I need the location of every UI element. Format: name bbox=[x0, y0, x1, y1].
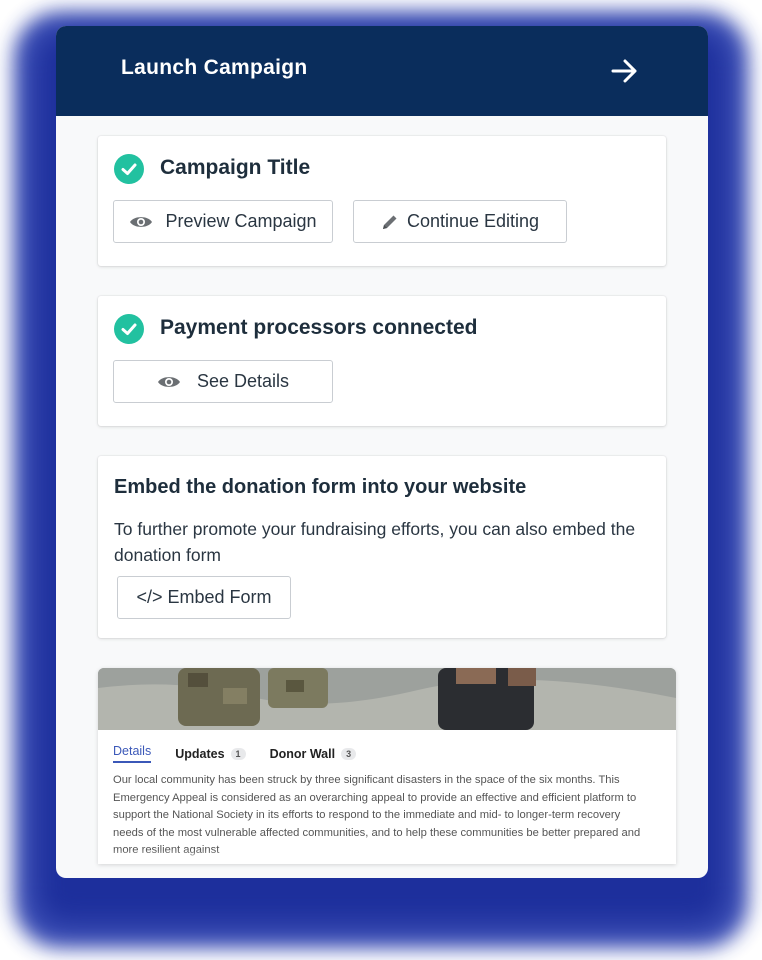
payment-processors-section: Payment processors connected See Details bbox=[98, 296, 666, 426]
eye-icon bbox=[130, 216, 153, 227]
tab-updates-label: Updates bbox=[175, 746, 225, 761]
card-header: Launch Campaign bbox=[56, 26, 708, 116]
tab-details[interactable]: Details bbox=[113, 744, 152, 763]
check-circle-icon bbox=[114, 154, 144, 184]
preview-campaign-button[interactable]: Preview Campaign bbox=[113, 200, 333, 243]
campaign-title-section: Campaign Title Preview Campaign Continue… bbox=[98, 136, 666, 266]
see-details-button[interactable]: See Details bbox=[113, 360, 333, 403]
preview-fade bbox=[98, 850, 676, 864]
check-circle-icon bbox=[114, 314, 144, 344]
tab-donor-wall-label: Donor Wall bbox=[269, 746, 336, 761]
continue-editing-button[interactable]: Continue Editing bbox=[353, 200, 567, 243]
tab-donor-wall[interactable]: Donor Wall 3 bbox=[270, 744, 357, 763]
embed-form-label: </> Embed Form bbox=[136, 587, 272, 607]
tab-details-label: Details bbox=[113, 744, 152, 758]
payment-processors-heading: Payment processors connected bbox=[160, 316, 478, 339]
embed-heading: Embed the donation form into your websit… bbox=[114, 476, 527, 498]
pencil-icon bbox=[382, 215, 397, 229]
embed-form-button[interactable]: </> Embed Form bbox=[117, 576, 291, 619]
header-title: Launch Campaign bbox=[121, 56, 308, 79]
tab-updates[interactable]: Updates 1 bbox=[175, 744, 246, 763]
continue-editing-label: Continue Editing bbox=[406, 211, 540, 231]
next-button[interactable] bbox=[608, 54, 642, 88]
donor-wall-count-badge: 3 bbox=[341, 747, 357, 760]
embed-section: Embed the donation form into your websit… bbox=[98, 456, 666, 638]
campaign-story-text: Our local community has been struck by t… bbox=[113, 774, 641, 856]
see-details-label: See Details bbox=[196, 371, 290, 391]
arrow-right-icon bbox=[611, 59, 637, 83]
preview-campaign-label: Preview Campaign bbox=[165, 211, 317, 231]
launch-campaign-card: Launch Campaign Campaign Title Preview C… bbox=[56, 26, 708, 878]
embed-description: To further promote your fundraising effo… bbox=[114, 519, 636, 565]
campaign-cover-photo bbox=[98, 668, 676, 730]
eye-icon bbox=[157, 376, 180, 387]
campaign-page-preview: Details Updates 1 Donor Wall 3 Our local… bbox=[98, 668, 676, 864]
preview-tabs: Details Updates 1 Donor Wall 3 bbox=[113, 744, 357, 763]
updates-count-badge: 1 bbox=[230, 747, 246, 760]
cover-photo-figures bbox=[98, 668, 676, 730]
campaign-title-heading: Campaign Title bbox=[160, 156, 311, 179]
